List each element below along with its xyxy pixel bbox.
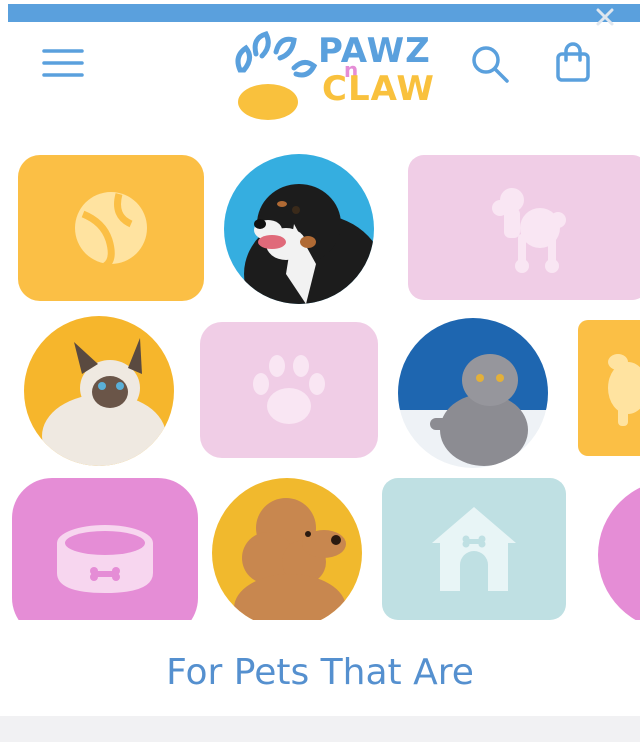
site-logo[interactable]: PAWZ n CLAW bbox=[222, 24, 440, 124]
tile-poodle bbox=[408, 155, 640, 300]
dog-bernese-photo bbox=[224, 154, 374, 304]
menu-button[interactable] bbox=[38, 38, 88, 88]
tile-tennis-ball bbox=[18, 155, 204, 301]
search-button[interactable] bbox=[464, 38, 516, 90]
hamburger-menu-icon bbox=[42, 49, 84, 77]
cart-button[interactable] bbox=[547, 36, 599, 88]
tennis-ball-icon bbox=[75, 192, 147, 268]
grey-cat-illustration bbox=[398, 318, 548, 466]
paw-print-icon bbox=[253, 355, 325, 424]
cat-siamese-photo bbox=[24, 316, 174, 466]
shopping-bag-icon bbox=[556, 42, 590, 82]
dog-house-icon bbox=[432, 507, 516, 591]
cat-grey-photo bbox=[398, 318, 548, 468]
dog-poodle-photo bbox=[212, 478, 362, 620]
tile-paw-print bbox=[200, 322, 378, 458]
poodle-dog-illustration bbox=[234, 498, 346, 620]
paw-logo-icon bbox=[235, 31, 318, 120]
tile-pet-bowl bbox=[12, 478, 198, 620]
poodle-icon bbox=[492, 187, 566, 273]
hero-headline: For Pets That Are bbox=[166, 652, 474, 693]
siamese-cat-illustration bbox=[42, 338, 166, 466]
tile-dog-silhouette bbox=[578, 320, 640, 456]
announcement-bar bbox=[8, 4, 640, 22]
hero-pet-grid bbox=[0, 140, 640, 620]
tile-magenta-partial bbox=[598, 480, 640, 620]
tile-dog-house bbox=[382, 478, 566, 620]
logo-text-pawz: PAWZ bbox=[318, 31, 431, 71]
page: PAWZ n CLAW For Pets That Are bbox=[0, 0, 640, 742]
dog-silhouette-icon bbox=[608, 354, 640, 426]
bottom-strip bbox=[0, 716, 640, 742]
pet-bowl-icon bbox=[57, 525, 153, 593]
search-icon bbox=[472, 46, 509, 83]
logo-text-claw: CLAW bbox=[322, 69, 435, 109]
bernese-dog-illustration bbox=[244, 184, 374, 304]
